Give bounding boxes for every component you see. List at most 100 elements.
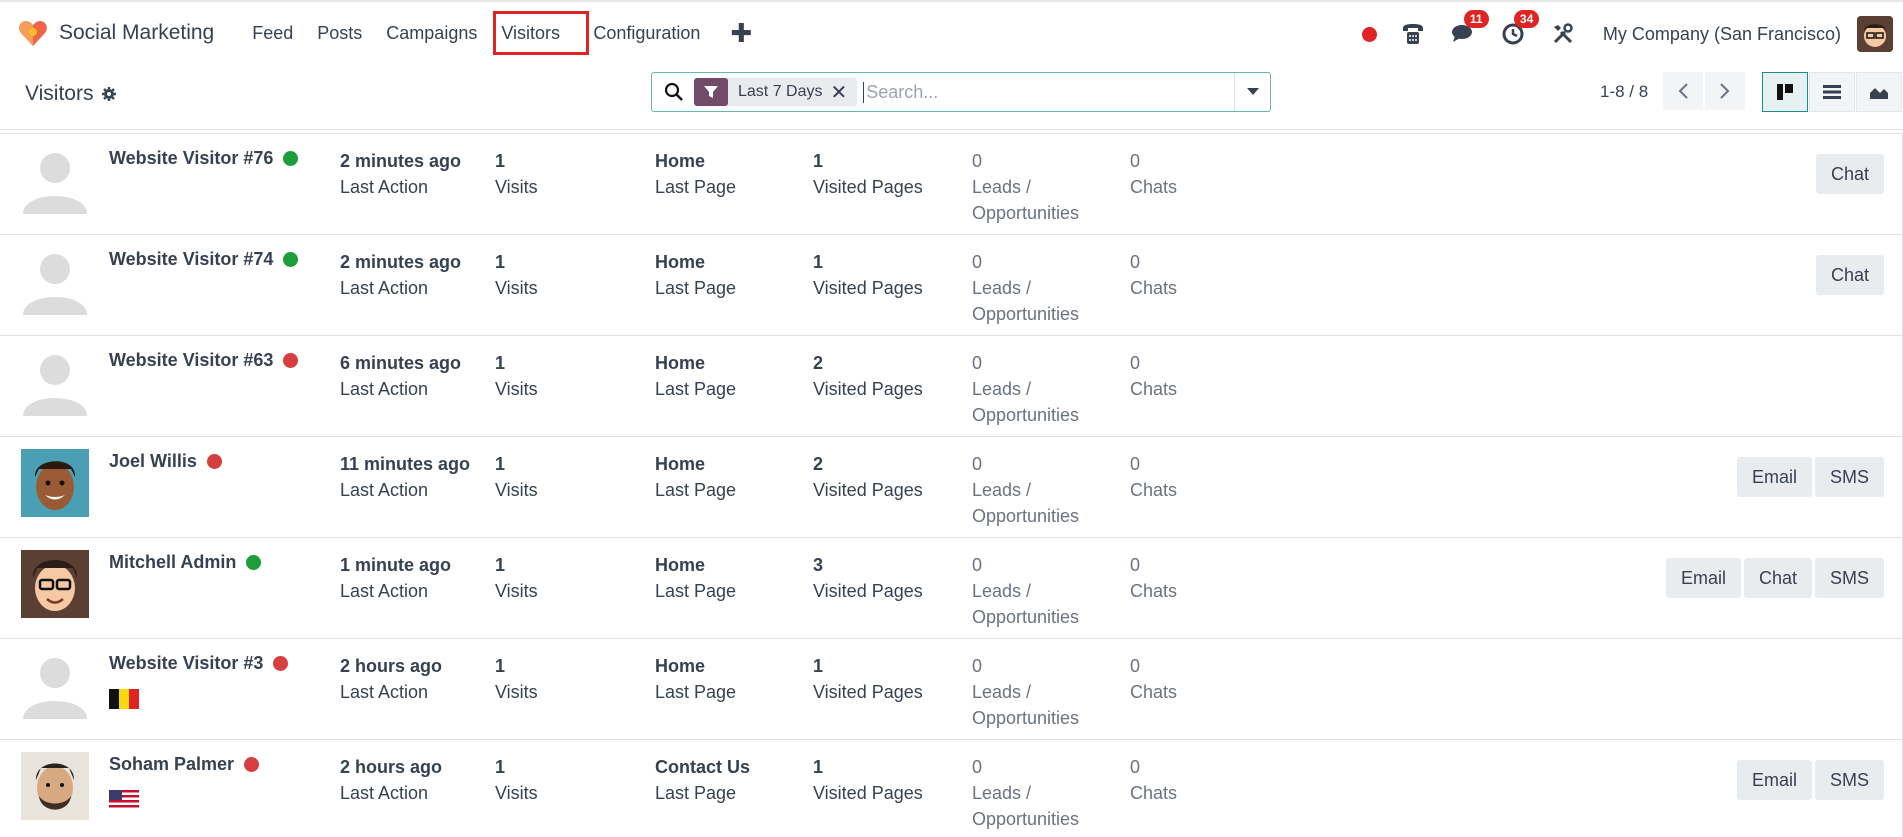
email-button[interactable]: Email — [1736, 760, 1812, 800]
visitor-name[interactable]: Website Visitor #63 — [109, 350, 273, 371]
pager-previous-button[interactable] — [1663, 72, 1703, 110]
status-dot-icon — [246, 555, 262, 570]
filter-facet: Last 7 Days ✕ — [694, 78, 858, 106]
leads-field: 0 Leads / Opportunities — [972, 555, 1080, 627]
visitor-name[interactable]: Joel Willis — [109, 451, 197, 472]
visitor-row[interactable]: Website Visitor #63 6 minutes ago Last Act… — [0, 336, 1903, 437]
recording-indicator-icon[interactable] — [1361, 26, 1377, 42]
visitor-row[interactable]: Mitchell Admin 1 minute ago Last Action 1 Vi… — [0, 538, 1903, 639]
visitor-name[interactable]: Website Visitor #74 — [109, 249, 273, 270]
chat-button[interactable]: Chat — [1815, 154, 1884, 194]
visitor-avatar — [21, 651, 89, 719]
menu-posts[interactable]: Posts — [305, 11, 374, 55]
chats-field: 0 Chats — [1130, 555, 1178, 601]
gear-icon[interactable] — [101, 86, 117, 102]
sms-button[interactable]: SMS — [1814, 457, 1884, 497]
app-name: Social Marketing — [59, 21, 215, 44]
company-switcher[interactable]: My Company (San Francisco) — [1603, 24, 1841, 45]
activity-clock-icon[interactable]: 34 — [1499, 10, 1540, 48]
belgium-flag-icon — [109, 689, 139, 709]
menu-feed[interactable]: Feed — [240, 11, 305, 55]
visits-field: 1 Visits — [495, 656, 538, 702]
caret-down-icon — [1246, 88, 1259, 95]
menu-visitors[interactable]: Visitors — [493, 11, 590, 55]
menu-configuration[interactable]: Configuration — [581, 11, 712, 55]
add-menu-icon[interactable]: ✚ — [730, 11, 752, 55]
visits-field: 1 Visits — [495, 353, 538, 399]
top-navbar: Social Marketing Feed Posts Campaigns Vi… — [0, 0, 1903, 64]
search-bar: Last 7 Days ✕ — [651, 72, 1271, 112]
visitor-avatar — [21, 146, 89, 214]
status-dot-icon — [283, 151, 299, 166]
visitor-name[interactable]: Mitchell Admin — [109, 552, 236, 573]
remove-filter-icon[interactable]: ✕ — [830, 80, 857, 105]
visits-field: 1 Visits — [495, 555, 538, 601]
email-button[interactable]: Email — [1736, 457, 1812, 497]
kanban-icon — [1777, 84, 1793, 100]
last-action-field: 6 minutes ago Last Action — [340, 353, 462, 399]
search-options-toggle[interactable] — [1234, 73, 1270, 111]
visited-pages-field: 1 Visited Pages — [813, 252, 923, 298]
chevron-right-icon — [1720, 83, 1730, 99]
status-dot-icon — [244, 757, 260, 772]
leads-field: 0 Leads / Opportunities — [972, 353, 1080, 425]
search-input[interactable] — [863, 81, 1234, 103]
visitor-avatar — [21, 752, 89, 820]
pager-next-button[interactable] — [1705, 72, 1745, 110]
us-flag-icon — [109, 790, 139, 810]
page-title: Visitors — [25, 82, 94, 105]
last-action-field: 2 minutes ago Last Action — [340, 252, 462, 298]
filter-facet-label: Last 7 Days — [738, 83, 823, 100]
chats-field: 0 Chats — [1130, 252, 1178, 298]
visitor-row[interactable]: Soham Palmer 2 hours ago Last Action 1 Visit… — [0, 740, 1903, 837]
pager-value[interactable]: 1-8 / 8 — [1600, 82, 1648, 102]
chat-button[interactable]: Chat — [1743, 558, 1812, 598]
visited-pages-field: 1 Visited Pages — [813, 151, 923, 197]
visited-pages-field: 2 Visited Pages — [813, 353, 923, 399]
list-icon — [1823, 85, 1841, 99]
visited-pages-field: 1 Visited Pages — [813, 757, 923, 803]
visitor-row[interactable]: Website Visitor #3 2 hours ago Last Action… — [0, 639, 1903, 740]
list-view-button[interactable] — [1809, 72, 1855, 112]
sms-button[interactable]: SMS — [1814, 760, 1884, 800]
menu-campaigns[interactable]: Campaigns — [374, 11, 489, 55]
kanban-view-button[interactable] — [1762, 72, 1808, 112]
chats-field: 0 Chats — [1130, 757, 1178, 803]
visitor-row[interactable]: Website Visitor #74 2 minutes ago Last Act… — [0, 235, 1903, 336]
last-page-field: Home Last Page — [655, 656, 737, 702]
visited-pages-field: 3 Visited Pages — [813, 555, 923, 601]
last-action-field: 2 minutes ago Last Action — [340, 151, 462, 197]
status-dot-icon — [206, 454, 222, 469]
visitor-row[interactable]: Joel Willis 11 minutes ago Last Action 1 Vis… — [0, 437, 1903, 538]
visits-field: 1 Visits — [495, 151, 538, 197]
leads-field: 0 Leads / Opportunities — [972, 454, 1080, 526]
last-page-field: Home Last Page — [655, 252, 737, 298]
phone-icon[interactable] — [1399, 20, 1427, 48]
app-brand[interactable]: Social Marketing — [18, 19, 214, 47]
chat-icon[interactable]: 11 — [1449, 10, 1489, 48]
visitor-avatar — [21, 449, 89, 517]
graph-view-button[interactable] — [1856, 72, 1902, 112]
visits-field: 1 Visits — [495, 454, 538, 500]
visitor-avatar — [21, 247, 89, 315]
visitor-name[interactable]: Soham Palmer — [109, 754, 234, 775]
chat-badge: 11 — [1463, 10, 1489, 28]
last-page-field: Home Last Page — [655, 555, 737, 601]
chat-button[interactable]: Chat — [1815, 255, 1884, 295]
leads-field: 0 Leads / Opportunities — [972, 757, 1080, 829]
sms-button[interactable]: SMS — [1814, 558, 1884, 598]
tools-icon[interactable] — [1549, 20, 1577, 48]
last-page-field: Contact Us Last Page — [655, 757, 751, 803]
user-avatar[interactable] — [1857, 16, 1893, 52]
visitor-row[interactable]: Website Visitor #76 2 minutes ago Last Act… — [0, 133, 1903, 235]
visitor-name[interactable]: Website Visitor #76 — [109, 148, 273, 169]
chats-field: 0 Chats — [1130, 151, 1178, 197]
last-action-field: 11 minutes ago Last Action — [340, 454, 471, 500]
email-button[interactable]: Email — [1665, 558, 1741, 598]
search-icon — [664, 82, 683, 101]
status-dot-icon — [273, 656, 289, 671]
last-page-field: Home Last Page — [655, 151, 737, 197]
chevron-left-icon — [1678, 83, 1688, 99]
area-chart-icon — [1870, 88, 1888, 99]
visitor-name[interactable]: Website Visitor #3 — [109, 653, 263, 674]
